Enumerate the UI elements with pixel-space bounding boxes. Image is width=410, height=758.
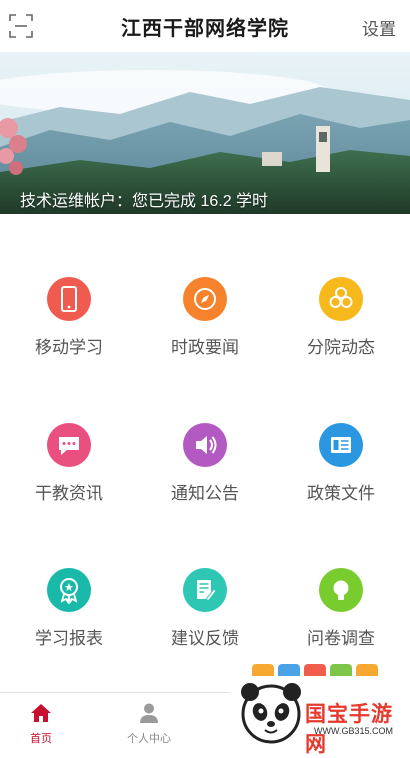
tab-home-label: 首页 xyxy=(30,733,52,745)
menu-label: 学习报表 xyxy=(35,629,103,648)
menu-grid: 移动学习 时政要闻 分院动态 干教资讯 通知公告 政策文件 学习报表 建议反馈 … xyxy=(0,214,410,692)
home-icon xyxy=(29,701,53,725)
menu-survey[interactable]: 问卷调查 xyxy=(273,568,409,668)
menu-label: 问卷调查 xyxy=(307,629,375,648)
menu-mobile-learning[interactable]: 移动学习 xyxy=(1,277,137,377)
menu-label: 通知公告 xyxy=(171,484,239,503)
edit-icon xyxy=(183,568,227,612)
watermark-url: WWW.GB315.COM xyxy=(314,726,394,736)
menu-branch-news[interactable]: 分院动态 xyxy=(273,277,409,377)
user-icon xyxy=(137,701,161,725)
tab-profile[interactable]: 个人中心 xyxy=(109,693,189,745)
tab-home[interactable]: 首页 xyxy=(1,693,81,745)
page-title: 江西干部网络学院 xyxy=(121,18,289,40)
settings-button[interactable]: 设置 xyxy=(362,15,396,40)
menu-policy-docs[interactable]: 政策文件 xyxy=(273,423,409,523)
menu-news[interactable]: 时政要闻 xyxy=(137,277,273,377)
compass-icon xyxy=(183,277,227,321)
hexagons-icon xyxy=(319,277,363,321)
menu-study-report[interactable]: 学习报表 xyxy=(1,568,137,668)
menu-cadre-info[interactable]: 干教资讯 xyxy=(1,423,137,523)
study-hours-caption: 技术运维帐户：您已完成 16.2 学时 xyxy=(20,193,269,210)
chat-icon xyxy=(47,423,91,467)
tab-profile-label: 个人中心 xyxy=(127,733,171,745)
speaker-icon xyxy=(183,423,227,467)
menu-label: 时政要闻 xyxy=(171,338,239,357)
panda-icon xyxy=(241,683,301,744)
menu-label: 移动学习 xyxy=(35,338,103,357)
app-header: 江西干部网络学院 设置 xyxy=(0,0,410,53)
bulb-icon xyxy=(319,568,363,612)
menu-label: 建议反馈 xyxy=(171,629,239,648)
menu-announcements[interactable]: 通知公告 xyxy=(137,423,273,523)
document-icon xyxy=(319,423,363,467)
phone-icon xyxy=(47,277,91,321)
menu-label: 干教资讯 xyxy=(35,484,103,503)
menu-label: 政策文件 xyxy=(307,484,375,503)
menu-label: 分院动态 xyxy=(307,338,375,357)
badge-icon xyxy=(47,568,91,612)
menu-feedback[interactable]: 建议反馈 xyxy=(137,568,273,668)
watermark-logo: 国宝手游网 WWW.GB315.COM xyxy=(230,660,410,756)
